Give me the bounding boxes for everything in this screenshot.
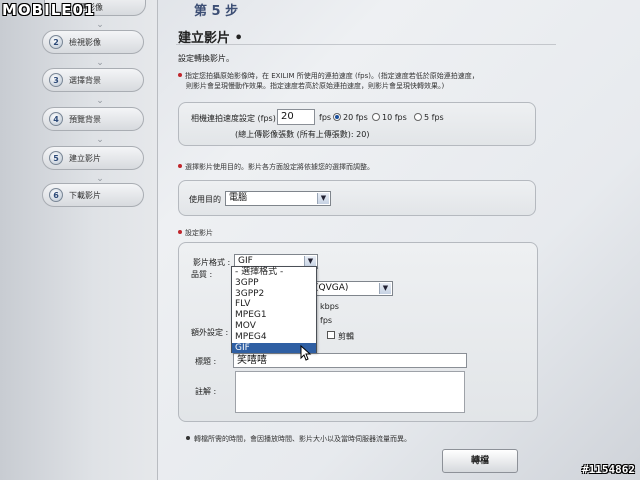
- chevron-down-icon: ▼: [379, 283, 391, 294]
- bullet-icon: [178, 73, 182, 77]
- sidebar-item-label: 建立影片: [69, 154, 101, 163]
- quality-select-value: (QVGA): [315, 283, 349, 293]
- format-option[interactable]: MOV: [232, 321, 316, 332]
- step-number: 5: [49, 151, 63, 165]
- bullet-icon: [178, 164, 182, 168]
- step-number: 2: [49, 35, 63, 49]
- sidebar-item-review[interactable]: 2 檢視影像: [42, 30, 144, 54]
- purpose-panel: 使用目的 電腦 ▼: [178, 180, 536, 216]
- format-option[interactable]: 3GPP: [232, 278, 316, 289]
- extra-settings-label: 額外設定 :: [191, 328, 229, 337]
- format-option[interactable]: MPEG1: [232, 310, 316, 321]
- format-option[interactable]: MPEG4: [232, 332, 316, 343]
- trim-checkbox[interactable]: [327, 331, 335, 339]
- fps-note-line2: 則影片會呈現慢動作效果。指定速度若高於原始連拍速度，則影片會呈現快轉效果。): [186, 82, 445, 90]
- title-input[interactable]: 笑嘻嘻: [233, 353, 467, 368]
- purpose-select[interactable]: 電腦 ▼: [225, 191, 331, 206]
- purpose-select-value: 電腦: [229, 193, 248, 203]
- format-option[interactable]: - 選擇格式 -: [232, 267, 316, 278]
- sidebar-item-create-video[interactable]: 5 建立影片: [42, 146, 144, 170]
- title-label: 標題 :: [195, 357, 217, 366]
- bullet-icon: [186, 436, 190, 440]
- trim-checkbox-label: 剪輯: [338, 332, 354, 341]
- fps-option-label: 20 fps: [343, 113, 368, 122]
- purpose-label: 使用目的: [189, 195, 221, 204]
- fps-option-label: 10 fps: [382, 113, 407, 122]
- step-number: 6: [49, 188, 63, 202]
- chevron-down-icon: ⌄: [96, 58, 104, 68]
- format-label: 影片格式 :: [193, 258, 231, 267]
- sidebar-item-label: 下載影片: [69, 191, 101, 200]
- conversion-note: 轉檔所需的時間，會因播放時間、影片大小以及當時伺服器流量而異。: [186, 434, 411, 444]
- bitrate-unit: kbps: [320, 302, 339, 311]
- mobile01-logo: MOBILE01: [2, 1, 96, 19]
- fps-option-label: 5 fps: [424, 113, 444, 122]
- step-number: 3: [49, 73, 63, 87]
- divider: [176, 44, 556, 45]
- quality-label: 品質 :: [191, 270, 213, 279]
- watermark: #1154862: [582, 463, 635, 476]
- format-option[interactable]: FLV: [232, 299, 316, 310]
- mouse-cursor-icon: [300, 345, 312, 361]
- note-label: 註解 :: [195, 387, 217, 396]
- framerate-unit: fps: [320, 316, 333, 325]
- format-select-value: GIF: [238, 256, 253, 266]
- purpose-note: 選擇影片使用目的。影片各方面設定將依據您的選擇而調整。: [178, 162, 374, 172]
- section-subtitle: 設定轉換影片。: [178, 54, 234, 63]
- bullet-icon: [178, 230, 182, 234]
- step-badge: 第 5 步: [194, 4, 239, 19]
- sidebar-item-label: 預覽背景: [69, 115, 101, 124]
- fps-panel: 相機連拍速度設定 (fps) 20 fps 20 fps 10 fps 5 fp…: [178, 102, 536, 146]
- sidebar-item-label: 檢視影像: [69, 38, 101, 47]
- chevron-down-icon: ⌄: [96, 20, 104, 30]
- sidebar-item-preview[interactable]: 4 預覽背景: [42, 107, 144, 131]
- total-frames-text: (總上傳影像張數 (所有上傳張數): 20): [235, 130, 370, 139]
- fps-20-radio[interactable]: [333, 113, 341, 121]
- step-sidebar: 上傳影像 ⌄ 2 檢視影像 ⌄ 3 選擇背景 ⌄ 4 預覽背景 ⌄ 5 建立影片…: [0, 0, 158, 480]
- sidebar-item-label: 選擇背景: [69, 76, 101, 85]
- fps-label: 相機連拍速度設定 (fps): [191, 114, 276, 123]
- fps-10-radio[interactable]: [372, 113, 380, 121]
- sidebar-item-download[interactable]: 6 下載影片: [42, 183, 144, 207]
- format-dropdown-list: - 選擇格式 - 3GPP 3GPP2 FLV MPEG1 MOV MPEG4 …: [231, 266, 317, 354]
- convert-button[interactable]: 轉檔: [442, 449, 518, 473]
- format-option[interactable]: 3GPP2: [232, 289, 316, 300]
- chevron-down-icon: ▼: [317, 193, 329, 204]
- quality-select[interactable]: (QVGA) ▼: [311, 281, 393, 296]
- sidebar-item-background[interactable]: 3 選擇背景: [42, 68, 144, 92]
- note-textarea[interactable]: [235, 371, 465, 413]
- fps-input[interactable]: 20: [277, 109, 315, 125]
- fps-unit: fps: [319, 113, 332, 122]
- chevron-down-icon: ⌄: [96, 174, 104, 184]
- step-number: 4: [49, 112, 63, 126]
- settings-heading: 設定影片: [178, 228, 213, 238]
- fps-note: 指定您拍攝原始影像時，在 EXILIM 所使用的連拍速度 (fps)。(指定速度…: [178, 71, 479, 81]
- fps-5-radio[interactable]: [414, 113, 422, 121]
- chevron-down-icon: ⌄: [96, 135, 104, 145]
- chevron-down-icon: ⌄: [96, 96, 104, 106]
